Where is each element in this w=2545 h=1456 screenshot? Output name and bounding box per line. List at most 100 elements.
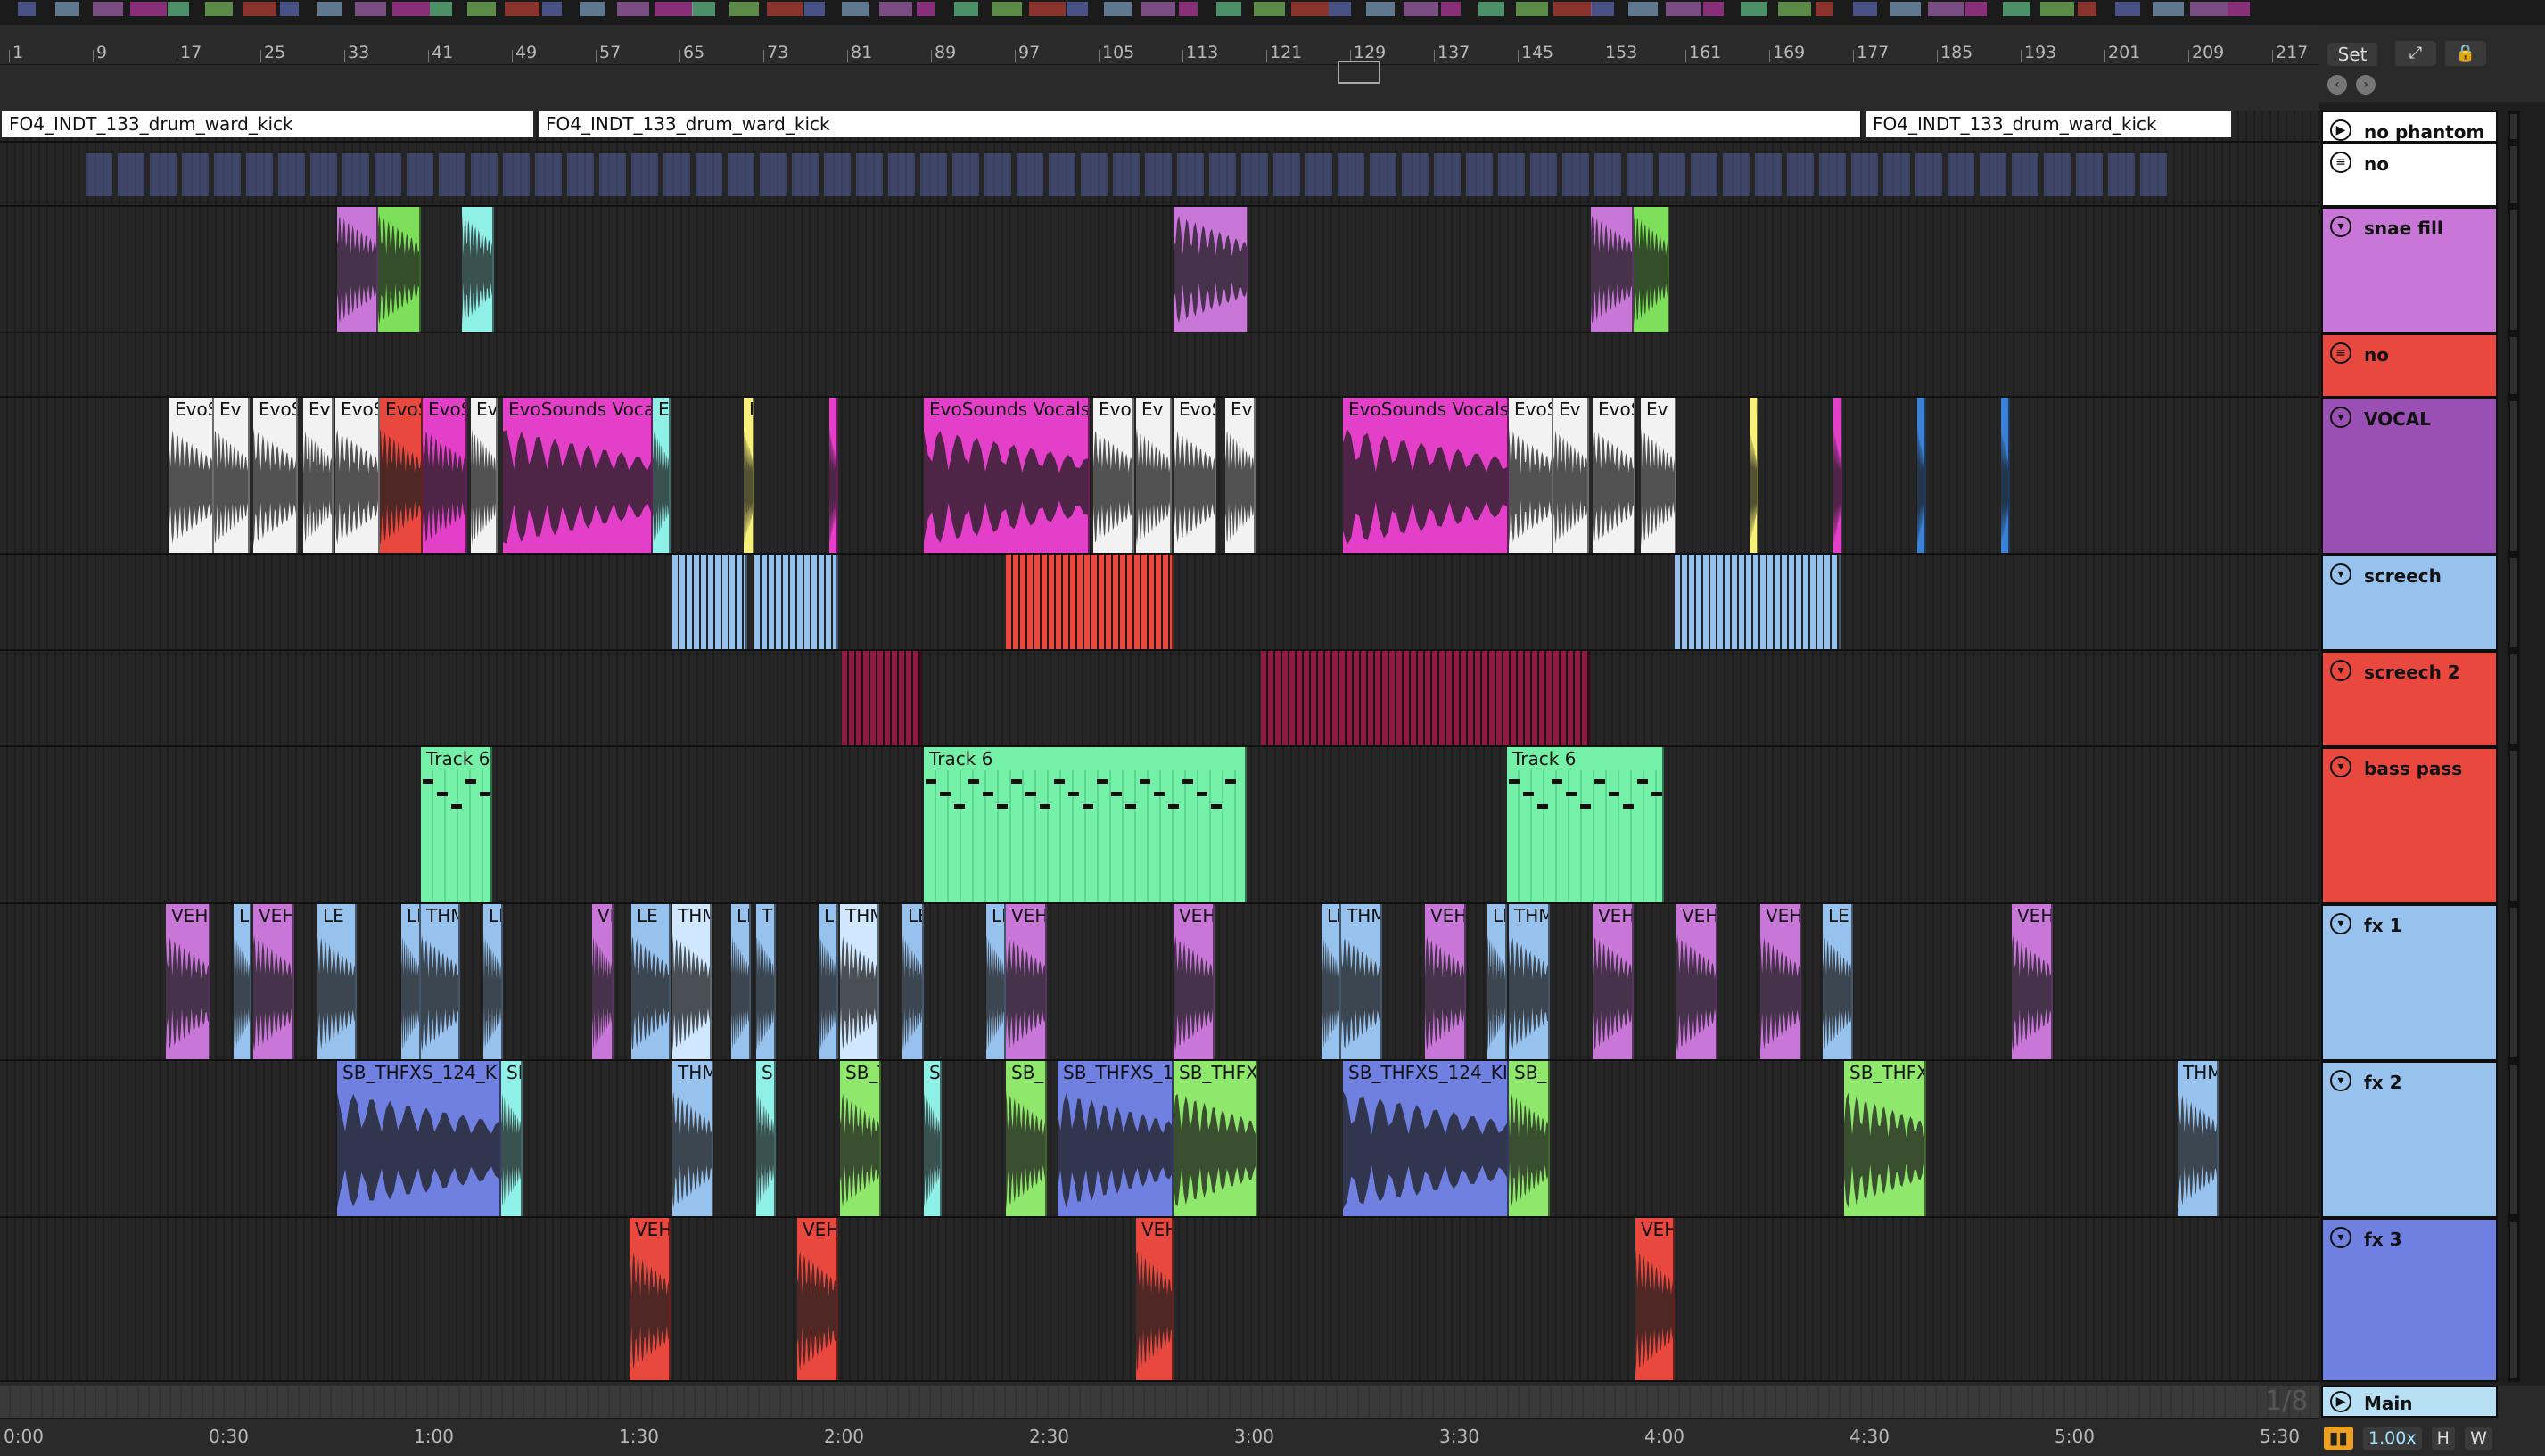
clip[interactable]: VEH bbox=[1593, 904, 1634, 1059]
play-icon[interactable]: ▶ bbox=[2330, 119, 2351, 141]
track-header-main[interactable]: ▶ Main bbox=[2321, 1386, 2498, 1418]
clip[interactable]: SB_THFXS_124_K bbox=[337, 1061, 501, 1216]
clip[interactable]: TH bbox=[756, 904, 776, 1059]
clip[interactable]: Ev bbox=[1136, 398, 1172, 553]
clip[interactable]: THM bbox=[672, 1061, 713, 1216]
clip[interactable]: EvoSounds Vocal bbox=[503, 398, 653, 553]
track-header-fx-3[interactable]: ▾ fx 3 bbox=[2321, 1218, 2498, 1382]
clip[interactable]: THM bbox=[672, 904, 712, 1059]
list-icon[interactable]: ≡ bbox=[2330, 342, 2351, 364]
clip[interactable]: LE bbox=[401, 904, 421, 1059]
clip[interactable]: EvoS bbox=[380, 398, 423, 553]
clip[interactable]: EvoSounds Vocals bbox=[924, 398, 1090, 553]
lane-screech[interactable] bbox=[0, 555, 2319, 651]
nav-back-icon[interactable]: ‹ bbox=[2327, 75, 2347, 95]
chevron-down-icon[interactable]: ▾ bbox=[2330, 563, 2351, 585]
clip[interactable]: SI bbox=[756, 1061, 776, 1216]
time-ruler[interactable]: 0:00 0:30 1:00 1:30 2:00 2:30 3:00 3:30 4:00 4:30… bbox=[0, 1418, 2319, 1456]
clip[interactable]: E bbox=[2001, 398, 2010, 553]
clip[interactable] bbox=[1261, 651, 1591, 745]
clip[interactable]: THM bbox=[840, 904, 879, 1059]
clip[interactable]: SB_THFX bbox=[1844, 1061, 1926, 1216]
clip[interactable]: VEH bbox=[2012, 904, 2053, 1059]
clip[interactable]: VEH bbox=[630, 1218, 671, 1380]
clip[interactable]: VEH bbox=[1760, 904, 1801, 1059]
play-icon[interactable]: ▶ bbox=[2330, 1391, 2351, 1412]
clip[interactable] bbox=[337, 207, 378, 332]
clip[interactable]: SB_THFXS_1 bbox=[1058, 1061, 1174, 1216]
clip[interactable]: EvoS bbox=[423, 398, 467, 553]
clip[interactable]: Ev bbox=[303, 398, 334, 553]
loop-brace-icon[interactable] bbox=[1338, 61, 1380, 84]
clip[interactable]: E bbox=[653, 398, 671, 553]
clip[interactable]: VEH bbox=[1676, 904, 1717, 1059]
clip[interactable] bbox=[842, 651, 922, 745]
clip[interactable]: THM bbox=[1509, 904, 1550, 1059]
clip[interactable]: EvoS bbox=[1593, 398, 1635, 553]
clip[interactable]: LE bbox=[1487, 904, 1507, 1059]
clip[interactable]: EvoS bbox=[1174, 398, 1216, 553]
clip[interactable]: VEH bbox=[1006, 904, 1047, 1059]
chevron-down-icon[interactable]: ▾ bbox=[2330, 660, 2351, 681]
clip[interactable]: VEH bbox=[1425, 904, 1466, 1059]
clip[interactable]: VEH bbox=[253, 904, 294, 1059]
chevron-down-icon[interactable]: ▾ bbox=[2330, 1227, 2351, 1248]
beat-ruler[interactable]: 1 9 17 25 33 41 49 57 65 73 81 89 97 105 113 121 129 137 1… bbox=[0, 25, 2319, 65]
clip[interactable] bbox=[462, 207, 494, 332]
lane-snae-fill[interactable] bbox=[0, 207, 2319, 333]
track-header-no-2[interactable]: ≡ no bbox=[2321, 333, 2498, 398]
zoom-level[interactable]: 1.00x bbox=[2363, 1427, 2422, 1450]
clip[interactable]: EvoS bbox=[1509, 398, 1553, 553]
chevron-down-icon[interactable]: ▾ bbox=[2330, 407, 2351, 428]
track-header-fx-2[interactable]: ▾ fx 2 bbox=[2321, 1061, 2498, 1218]
track-header-no-phantom[interactable]: ▶ no phantom bbox=[2321, 111, 2498, 143]
clip[interactable] bbox=[1174, 207, 1248, 332]
clip[interactable]: Track 6 bbox=[924, 747, 1247, 902]
clip[interactable]: THM bbox=[2178, 1061, 2219, 1216]
clip[interactable] bbox=[754, 555, 838, 649]
clip[interactable]: VE bbox=[592, 904, 614, 1059]
track-header-vocal[interactable]: ▾ VOCAL bbox=[2321, 398, 2498, 555]
clip[interactable]: EvoS bbox=[253, 398, 298, 553]
clip[interactable]: LE bbox=[483, 904, 503, 1059]
lane-no-phantom[interactable]: FO4_INDT_133_drum_ward_kick FO4_INDT_133_… bbox=[0, 111, 2319, 143]
clip[interactable]: EvoS bbox=[1093, 398, 1134, 553]
clip[interactable]: LE bbox=[317, 904, 357, 1059]
clip[interactable] bbox=[378, 207, 421, 332]
lane-screech-2[interactable] bbox=[0, 651, 2319, 747]
clip[interactable]: Ev bbox=[1225, 398, 1256, 553]
clip[interactable]: SB_THFXS_124_KI bbox=[1343, 1061, 1509, 1216]
clip[interactable]: VEH bbox=[1136, 1218, 1174, 1380]
chevron-down-icon[interactable]: ▾ bbox=[2330, 216, 2351, 237]
chevron-down-icon[interactable]: ▾ bbox=[2330, 913, 2351, 934]
lane-fx-1[interactable]: VEHLEVEHLELETHMLEVELETHMLETHLETHMLELEVEH… bbox=[0, 904, 2319, 1061]
clip[interactable]: VEH bbox=[797, 1218, 838, 1380]
set-button[interactable]: Set bbox=[2327, 43, 2377, 66]
clip[interactable]: SI bbox=[501, 1061, 523, 1216]
lane-vocal[interactable]: EvoSEvEvoSEvEvoSEvoSEvoSEvEvoSounds Voca… bbox=[0, 398, 2319, 555]
clip[interactable]: VEH bbox=[1174, 904, 1215, 1059]
clip[interactable]: THM bbox=[421, 904, 460, 1059]
track-header-screech-2[interactable]: ▾ screech 2 bbox=[2321, 651, 2498, 747]
clip[interactable]: SI bbox=[924, 1061, 942, 1216]
track-header-bass-pass[interactable]: ▾ bass pass bbox=[2321, 747, 2498, 904]
fullscreen-button[interactable]: ⤢ bbox=[2395, 41, 2436, 66]
clip[interactable]: THM bbox=[1341, 904, 1382, 1059]
clip[interactable]: SB_THFX bbox=[1174, 1061, 1257, 1216]
clip[interactable]: Track 6 bbox=[421, 747, 492, 902]
clip[interactable]: EvoS bbox=[169, 398, 214, 553]
clip[interactable]: SB_ bbox=[1509, 1061, 1550, 1216]
clip[interactable] bbox=[1675, 555, 1841, 649]
clip[interactable]: E bbox=[744, 398, 754, 553]
clip[interactable] bbox=[1006, 555, 1174, 649]
track-header-no-1[interactable]: ≡ no bbox=[2321, 143, 2498, 207]
list-icon[interactable]: ≡ bbox=[2330, 152, 2351, 173]
clip[interactable]: Ev bbox=[1641, 398, 1676, 553]
clip[interactable]: FO4_INDT_133_drum_ward_kick bbox=[539, 111, 1860, 137]
clip[interactable] bbox=[1634, 207, 1669, 332]
chevron-down-icon[interactable]: ▾ bbox=[2330, 756, 2351, 777]
arrangement-overview[interactable] bbox=[0, 0, 2545, 25]
clip[interactable]: E bbox=[1917, 398, 1926, 553]
lane-bass-pass[interactable]: Track 6 Track 6 Track 6 bbox=[0, 747, 2319, 904]
clip[interactable]: Ev bbox=[1553, 398, 1589, 553]
